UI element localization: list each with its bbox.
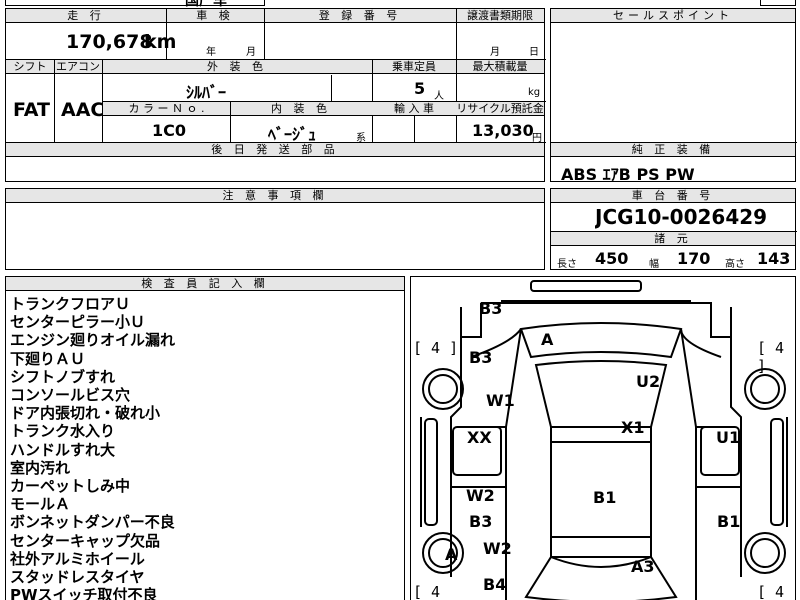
import-header: 輸 入 車	[372, 102, 456, 116]
inspector-note-item: カーペットしみ中	[10, 477, 131, 496]
mark-front-left: B4	[483, 575, 507, 594]
standard-equipment-header: 純 正 装 備	[551, 143, 795, 157]
mark-trunk: A	[541, 330, 554, 349]
specs-height-value: 143	[757, 249, 791, 268]
inspection-month-unit: 月	[246, 47, 256, 58]
registration-header: 登 録 番 号	[264, 9, 456, 23]
inspector-note-item: スタッドレスタイヤ	[10, 568, 145, 587]
mark-hood: A3	[631, 557, 655, 576]
color-no-header: カ ラ ー Ｎ ｏ .	[103, 102, 230, 116]
mark-rear-bumper: B3	[479, 299, 503, 318]
chassis-box: 車 台 番 号 JCG10-0026429 諸 元 長さ 450 幅 170 高…	[550, 188, 797, 270]
inspector-note-item: ハンドルすれ大	[10, 440, 116, 459]
inspector-header: 検 査 員 記 入 欄	[6, 277, 404, 291]
caution-box: 注 意 事 項 欄	[5, 188, 545, 270]
inspector-note-item: トランク水入り	[10, 422, 116, 441]
shift-value: FAT	[13, 99, 50, 121]
mark-left-front-tire: A	[445, 545, 458, 564]
mark-roof: X1	[621, 418, 645, 437]
color-no-value: 1C0	[152, 121, 187, 140]
inspector-note-item: モールＡ	[10, 495, 71, 514]
aircon-value: AAC	[61, 99, 105, 121]
exterior-color-value: ｼﾙﾊﾞｰ	[186, 83, 227, 102]
tire-tread-front-right: [ 4	[757, 583, 785, 600]
chassis-value: JCG10-0026429	[595, 205, 768, 229]
chassis-header: 車 台 番 号	[551, 189, 795, 203]
inspector-note-item: 社外アルミホイール	[10, 549, 145, 568]
aircon-header: エアコン	[54, 60, 102, 74]
inspector-note-item: ドア内張切れ・破れ小	[10, 404, 161, 423]
caution-header: 注 意 事 項 欄	[6, 189, 544, 203]
recycle-header: リサイクル預託金	[456, 102, 544, 116]
exterior-color-header: 外 装 色	[102, 60, 372, 74]
transfer-deadline-header: 譲渡書類期限	[456, 9, 544, 23]
mark-left-rear-wheel: W1	[486, 391, 515, 410]
specs-width-label: 幅	[649, 259, 659, 270]
sales-point-header: セールスポイント	[551, 9, 795, 23]
top-right-partial	[760, 0, 796, 6]
tire-tread-front-left: [ 4	[413, 583, 441, 600]
transfer-day-unit: 日	[529, 47, 539, 58]
mark-left-rear-door: XX	[467, 428, 492, 447]
max-load-header: 最大積載量	[456, 60, 544, 74]
mark-left-front-door: W2	[466, 486, 495, 505]
specs-height-label: 高さ	[725, 259, 745, 270]
vehicle-info-table: 走 行 車 検 登 録 番 号 譲渡書類期限 170,678 km 年 月 月 …	[5, 8, 546, 182]
mileage-value: 170,678	[66, 31, 153, 53]
inspection-header: 車 検	[166, 9, 264, 23]
mark-center-pillar: B1	[593, 488, 617, 507]
inspector-note-item: ボンネットダンパー不良	[10, 513, 175, 532]
inspector-note-item: トランクフロアＵ	[10, 295, 131, 313]
transfer-month-unit: 月	[490, 47, 500, 58]
shift-header: シフト	[6, 60, 54, 74]
inspector-note-item: 下廻りＡＵ	[10, 349, 86, 368]
mark-left-front-fender: B3	[469, 512, 493, 531]
specs-length-label: 長さ	[557, 259, 577, 270]
mark-left-front-wheel: W2	[483, 539, 512, 558]
mark-right-front-fender: B1	[717, 512, 741, 531]
mileage-unit: km	[144, 31, 177, 53]
capacity-unit: 人	[434, 91, 444, 102]
capacity-value: 5	[414, 79, 426, 98]
inspector-note-item: センターピラー小Ｕ	[10, 313, 146, 332]
capacity-header: 乗車定員	[372, 60, 456, 74]
inspector-note-item: エンジン廻りオイル漏れ	[10, 331, 176, 350]
inspector-note-item: PWスイッチ取付不良	[10, 586, 158, 600]
max-load-unit: kg	[528, 87, 541, 98]
interior-color-header: 内 装 色	[230, 102, 372, 116]
tire-tread-rear-left: [ 4 ]	[413, 339, 459, 357]
mark-right-rear-door: U1	[716, 428, 741, 447]
specs-width-value: 170	[677, 249, 711, 268]
later-parts-header: 後 日 発 送 部 品	[6, 143, 544, 157]
inspection-year-unit: 年	[206, 47, 216, 58]
standard-equipment-value: ABS ｴｱB PS PW	[561, 165, 695, 184]
tire-tread-rear-right: [ 4 ]	[757, 339, 785, 375]
inspector-note-item: 室内汚れ	[10, 458, 71, 477]
inspector-note-item: コンソールビス穴	[10, 386, 131, 405]
sales-point-box: セールスポイント 純 正 装 備 ABS ｴｱB PS PW	[550, 8, 797, 184]
specs-header: 諸 元	[551, 232, 795, 246]
inspector-notes-list: トランクフロアＵ センターピラー小Ｕ エンジン廻りオイル漏れ 下廻りＡＵ シフトノブすれ…	[10, 295, 175, 600]
car-diagram-box: [ 4 ] [ 4 ] [ 4 [ 4 B3 A B3 U2 W1 XX X1 …	[410, 276, 796, 600]
specs-length-value: 450	[595, 249, 629, 268]
recycle-value: 13,030	[472, 121, 534, 140]
inspector-note-item: シフトノブすれ	[10, 367, 116, 386]
mark-rear-left-quarter: B3	[469, 348, 493, 367]
inspector-note-item: センターキャップ欠品	[10, 531, 161, 550]
mileage-header: 走 行	[6, 9, 166, 23]
mark-rear-right-quarter: U2	[636, 372, 661, 391]
inspector-box: 検 査 員 記 入 欄 トランクフロアＵ センターピラー小Ｕ エンジン廻りオイル漏れ…	[5, 276, 405, 600]
